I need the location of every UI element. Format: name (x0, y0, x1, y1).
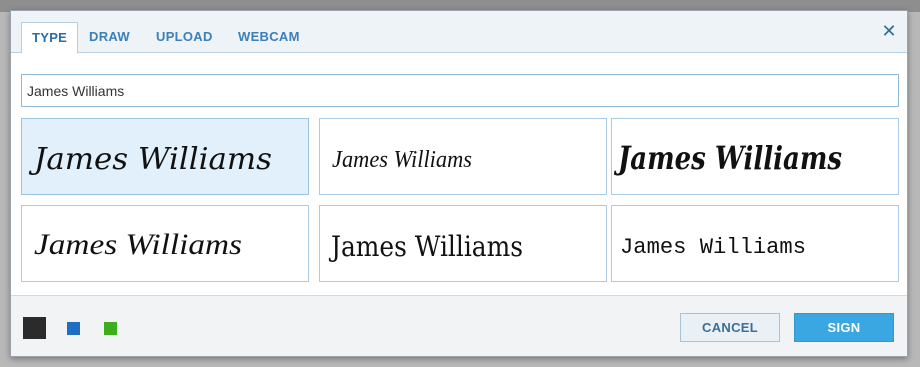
signature-option-6[interactable]: James Williams (611, 205, 899, 282)
tab-draw[interactable]: DRAW (79, 22, 140, 54)
signature-option-1[interactable]: James Williams (21, 118, 309, 195)
signature-option-1-preview: James Williams (28, 142, 272, 177)
signature-option-6-text: James Williams (620, 235, 806, 260)
signature-option-5-preview: James Williams (328, 230, 523, 263)
signature-option-4-preview: James Williams (34, 228, 242, 261)
sign-button[interactable]: SIGN (794, 313, 894, 342)
ink-color-black-swatch[interactable] (23, 317, 46, 339)
signature-dialog: TYPE DRAW UPLOAD WEBCAM ✕ James Williams… (10, 10, 908, 357)
dialog-footer: CANCEL SIGN (11, 295, 907, 356)
tab-type[interactable]: TYPE (21, 22, 79, 54)
signature-option-3-text: James Williams (613, 139, 842, 177)
ink-color-blue-swatch[interactable] (67, 322, 80, 335)
signature-option-3-preview: James Williams (613, 139, 842, 177)
signature-name-input[interactable] (21, 74, 899, 107)
signature-option-1-text: James Williams (28, 142, 272, 177)
signature-option-2-preview: James Williams (332, 147, 472, 173)
signature-option-5-text: James Williams (328, 230, 523, 263)
tab-webcam[interactable]: WEBCAM (228, 22, 310, 54)
signature-option-3[interactable]: James Williams (611, 118, 899, 195)
cancel-button[interactable]: CANCEL (680, 313, 780, 342)
signature-option-5[interactable]: James Williams (319, 205, 607, 282)
tab-bar: TYPE DRAW UPLOAD WEBCAM ✕ (11, 11, 907, 54)
signature-option-2[interactable]: James Williams (319, 118, 607, 195)
close-icon[interactable]: ✕ (879, 21, 899, 41)
tab-upload[interactable]: UPLOAD (146, 22, 223, 54)
signature-option-4-text: James Williams (34, 228, 242, 261)
signature-option-6-preview: James Williams (620, 235, 806, 260)
ink-color-green-swatch[interactable] (104, 322, 117, 335)
signature-option-4[interactable]: James Williams (21, 205, 309, 282)
signature-option-2-text: James Williams (332, 147, 472, 173)
